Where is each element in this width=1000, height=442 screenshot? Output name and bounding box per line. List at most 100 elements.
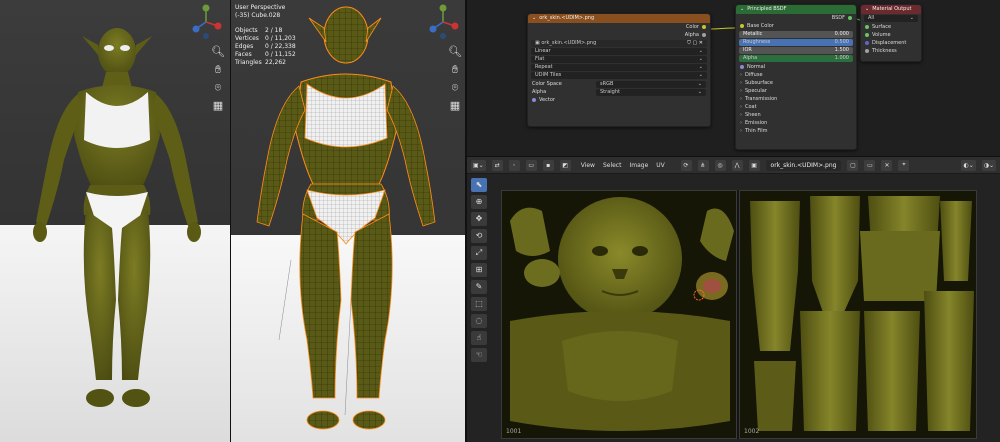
stat-row: Faces 0 / 11,152 bbox=[235, 51, 296, 59]
bsdf-field-alpha[interactable]: Alpha 1.000 bbox=[739, 55, 853, 62]
overlay-icon[interactable]: ◑⌄ bbox=[981, 159, 996, 171]
image-selector[interactable]: ▣ ork_skin.<UDIM>.png ⛉ ▢ ✕ bbox=[531, 40, 707, 47]
rotate-icon[interactable]: ⟲ bbox=[471, 229, 487, 243]
hand-pan-icon[interactable]: ✋︎ bbox=[448, 63, 462, 77]
bsdf-panels: › Diffuse › Subsurface › Specular › Transmissio… bbox=[736, 71, 856, 135]
bsdf-field-metallic[interactable]: Metallic 0.000 bbox=[739, 31, 853, 38]
panel-sheen[interactable]: › Sheen bbox=[736, 111, 856, 119]
panel-emission[interactable]: › Emission bbox=[736, 119, 856, 127]
node-header[interactable]: ⌄ Principled BSDF bbox=[736, 5, 856, 14]
target-select[interactable]: All ⌄ bbox=[864, 15, 918, 22]
socket-icon[interactable] bbox=[740, 65, 744, 69]
extension-select[interactable]: Repeat ⌄ bbox=[531, 64, 707, 71]
image-texture-node[interactable]: ⌄ ork_skin.<UDIM>.png Color Alpha ▣ ork_… bbox=[527, 13, 711, 127]
stat-label: Faces bbox=[235, 51, 252, 58]
image-browse-icon[interactable]: ▣ bbox=[748, 159, 760, 171]
edge-select-icon[interactable]: ▭ bbox=[525, 159, 537, 171]
menu-view[interactable]: View bbox=[581, 162, 595, 169]
editor-type-icon[interactable]: ▣⌄ bbox=[471, 159, 486, 171]
scene-statistics: Objects 2 / 18 Vertices 0 / 11,203 Edges 0 / … bbox=[235, 27, 296, 67]
stat-label: Objects bbox=[235, 27, 258, 34]
image-name-field[interactable]: ork_skin.<UDIM>.png bbox=[765, 159, 842, 171]
menu-select[interactable]: Select bbox=[603, 162, 622, 169]
chevron-down-icon: ⌄ bbox=[698, 56, 703, 62]
camera-icon[interactable]: ⌾ bbox=[448, 81, 462, 95]
source-select[interactable]: UDIM Tiles ⌄ bbox=[531, 72, 707, 79]
udim-tile-1002[interactable]: 1002 bbox=[739, 190, 977, 439]
socket-icon[interactable] bbox=[740, 24, 744, 28]
scale-icon[interactable]: ⤢ bbox=[471, 246, 487, 260]
alpha-mode-select[interactable]: Straight ⌄ bbox=[596, 88, 706, 96]
panel-diffuse[interactable]: › Diffuse bbox=[736, 71, 856, 79]
socket-icon[interactable] bbox=[702, 33, 706, 37]
chevron-down-icon[interactable]: ⌄ bbox=[740, 5, 744, 14]
vertex-select-icon[interactable]: ◦ bbox=[508, 159, 520, 171]
panel-thin-film[interactable]: › Thin Film bbox=[736, 127, 856, 135]
pivot-icon[interactable]: ⟳ bbox=[680, 159, 692, 171]
socket-icon[interactable] bbox=[702, 25, 706, 29]
chevron-right-icon: › bbox=[740, 104, 742, 110]
projection-select[interactable]: Flat ⌄ bbox=[531, 56, 707, 63]
socket-icon[interactable] bbox=[865, 41, 869, 45]
chevron-right-icon: › bbox=[740, 112, 742, 118]
socket-icon[interactable] bbox=[532, 98, 536, 102]
chevron-down-icon[interactable]: ⌄ bbox=[532, 14, 536, 23]
menu-image[interactable]: Image bbox=[629, 162, 648, 169]
falloff-icon[interactable]: ⋀ bbox=[731, 159, 743, 171]
material-output-node[interactable]: ⌄ Material Output All ⌄ Surface Volume Disp… bbox=[860, 4, 922, 62]
socket-icon[interactable] bbox=[865, 49, 869, 53]
panel-transmission[interactable]: › Transmission bbox=[736, 95, 856, 103]
open-image-icon[interactable]: ▭ bbox=[864, 159, 876, 171]
hand-pan-icon[interactable]: ✋︎ bbox=[211, 63, 225, 77]
pinch-icon[interactable]: ☜︎ bbox=[471, 348, 487, 362]
shield-icon[interactable]: ⛉ ▢ ✕ bbox=[687, 40, 703, 47]
pin-icon[interactable]: ⌖ bbox=[898, 159, 910, 171]
output-inputs: Surface Volume Displacement Thickness bbox=[861, 23, 921, 55]
panel-coat[interactable]: › Coat bbox=[736, 103, 856, 111]
socket-icon[interactable] bbox=[848, 16, 852, 20]
grab-icon[interactable]: ☝︎ bbox=[471, 331, 487, 345]
island-select-icon[interactable]: ◩ bbox=[559, 159, 571, 171]
color-space-select[interactable]: sRGB ⌄ bbox=[596, 80, 706, 88]
udim-tile-1001[interactable]: 1001 bbox=[501, 190, 737, 439]
zoom-icon[interactable]: 🔍︎ bbox=[211, 45, 225, 59]
annotate-icon[interactable]: ✎ bbox=[471, 280, 487, 294]
panel-subsurface[interactable]: › Subsurface bbox=[736, 79, 856, 87]
cursor-icon[interactable]: ⊕ bbox=[471, 195, 487, 209]
bsdf-field-roughness[interactable]: Roughness 0.500 bbox=[739, 39, 853, 46]
socket-icon[interactable] bbox=[865, 25, 869, 29]
shader-node-editor[interactable]: ⌄ ork_skin.<UDIM>.png Color Alpha ▣ ork_… bbox=[467, 0, 1000, 156]
move-icon[interactable]: ✥ bbox=[471, 212, 487, 226]
face-select-icon[interactable]: ▪ bbox=[542, 159, 554, 171]
interpolation-select[interactable]: Linear ⌄ bbox=[531, 48, 707, 55]
principled-bsdf-node[interactable]: ⌄ Principled BSDF BSDF Base Color Metall… bbox=[735, 4, 857, 150]
socket-icon[interactable] bbox=[865, 33, 869, 37]
node-header[interactable]: ⌄ ork_skin.<UDIM>.png bbox=[528, 14, 710, 23]
grid-icon[interactable]: ▦ bbox=[211, 99, 225, 113]
navigation-gizmo[interactable] bbox=[186, 2, 226, 42]
select-cursor-icon[interactable]: ⬉ bbox=[471, 178, 487, 192]
stat-row: Objects 2 / 18 bbox=[235, 27, 296, 35]
camera-icon[interactable]: ⌾ bbox=[211, 81, 225, 95]
transform-icon[interactable]: ⊞ bbox=[471, 263, 487, 277]
menu-uv[interactable]: UV bbox=[656, 162, 665, 169]
node-header[interactable]: ⌄ Material Output bbox=[861, 5, 921, 14]
bsdf-field-ior[interactable]: IOR 1.500 bbox=[739, 47, 853, 54]
panel-specular[interactable]: › Specular bbox=[736, 87, 856, 95]
zoom-icon[interactable]: 🔍︎ bbox=[448, 45, 462, 59]
navigation-gizmo[interactable] bbox=[423, 2, 463, 42]
grid-icon[interactable]: ▦ bbox=[448, 99, 462, 113]
new-image-icon[interactable]: ▢ bbox=[847, 159, 859, 171]
stat-value: 22,262 bbox=[265, 59, 286, 66]
snap-icon[interactable]: ⋔ bbox=[697, 159, 709, 171]
rip-icon[interactable]: ⬚ bbox=[471, 297, 487, 311]
relax-icon[interactable]: ◌ bbox=[471, 314, 487, 328]
render-viewport[interactable]: 🔍︎ ✋︎ ⌾ ▦ bbox=[0, 0, 230, 442]
uv-image-editor[interactable]: ▣⌄ ⇄ ◦ ▭ ▪ ◩ View Select Image UV ⟳ ⋔ ◎ ⋀ ▣… bbox=[467, 156, 1000, 442]
close-icon[interactable]: ✕ bbox=[881, 159, 893, 171]
uv-sync-icon[interactable]: ⇄ bbox=[491, 159, 503, 171]
proportional-icon[interactable]: ◎ bbox=[714, 159, 726, 171]
chevron-down-icon[interactable]: ⌄ bbox=[865, 5, 869, 14]
display-channels-icon[interactable]: ◐⌄ bbox=[961, 159, 976, 171]
uv-canvas[interactable]: 1001 1002 bbox=[501, 190, 977, 439]
